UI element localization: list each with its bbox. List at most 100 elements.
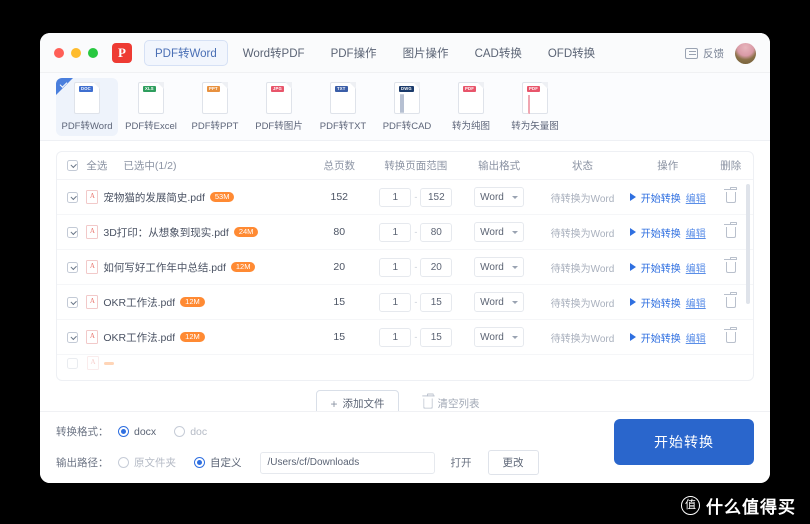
output-format-cell[interactable]: Word xyxy=(460,292,538,312)
output-format-cell[interactable]: Word xyxy=(460,222,538,242)
close-window-button[interactable] xyxy=(54,47,64,58)
nav-tab-word-to-pdf[interactable]: Word转PDF xyxy=(232,40,316,66)
tool-to-vector-image[interactable]: PDF 转为矢量图 xyxy=(504,78,566,136)
page-range-cell[interactable]: 1 - 15 xyxy=(371,327,460,347)
output-format-select[interactable]: Word xyxy=(474,257,525,277)
path-option-custom[interactable]: 自定义 xyxy=(194,455,242,470)
tool-pdf-to-image[interactable]: JPG PDF转图片 xyxy=(248,78,310,136)
feedback-icon[interactable] xyxy=(685,47,698,59)
window-controls[interactable] xyxy=(54,47,98,58)
maximize-window-button[interactable] xyxy=(88,47,98,58)
select-all-checkbox-cell[interactable] xyxy=(67,160,86,171)
nav-tab-image-ops[interactable]: 图片操作 xyxy=(392,40,460,66)
change-path-button[interactable]: 更改 xyxy=(487,450,539,475)
tool-pdf-to-excel[interactable]: XLS PDF转Excel xyxy=(120,78,182,136)
page-range-cell[interactable]: 1 - 20 xyxy=(371,257,460,277)
operation-cell[interactable]: 开始转换 编辑 xyxy=(627,295,708,310)
tool-pdf-to-ppt[interactable]: PPT PDF转PPT xyxy=(184,78,246,136)
edit-link[interactable]: 编辑 xyxy=(686,295,706,310)
tool-pdf-to-cad[interactable]: DWG PDF转CAD xyxy=(376,78,438,136)
tool-to-raster-image[interactable]: PDF 转为纯图 xyxy=(440,78,502,136)
output-format-select[interactable]: Word xyxy=(474,292,525,312)
nav-tab-pdf-ops[interactable]: PDF操作 xyxy=(320,40,388,66)
table-row[interactable]: OKR工作法.pdf 12M 15 1 - 15 Word 待转换为Word xyxy=(57,320,753,355)
nav-tab-ofd-convert[interactable]: OFD转换 xyxy=(537,40,606,66)
trash-icon[interactable] xyxy=(724,186,738,203)
page-range-cell[interactable]: 1 - 80 xyxy=(371,222,460,242)
operation-cell[interactable]: 开始转换 编辑 xyxy=(627,225,708,240)
radio-doc[interactable] xyxy=(174,426,186,437)
radio-custom-folder[interactable] xyxy=(194,457,205,468)
format-option-doc[interactable]: doc xyxy=(174,426,207,438)
output-format-cell[interactable]: Word xyxy=(460,327,538,347)
start-convert-link[interactable]: 开始转换 xyxy=(641,260,681,275)
edit-link[interactable]: 编辑 xyxy=(686,330,706,345)
path-option-original[interactable]: 原文件夹 xyxy=(118,455,176,470)
play-icon[interactable] xyxy=(629,298,636,306)
row-checkbox[interactable] xyxy=(67,357,78,369)
page-range-cell[interactable]: 1 - 152 xyxy=(371,187,460,207)
operation-cell[interactable]: 开始转换 编辑 xyxy=(627,260,708,275)
start-convert-link[interactable]: 开始转换 xyxy=(641,295,681,310)
row-checkbox-cell[interactable] xyxy=(67,261,86,273)
row-checkbox-cell[interactable] xyxy=(67,191,86,203)
play-icon[interactable] xyxy=(629,193,636,201)
edit-link[interactable]: 编辑 xyxy=(686,260,706,275)
row-checkbox[interactable] xyxy=(67,261,78,273)
feedback-label[interactable]: 反馈 xyxy=(703,46,724,61)
edit-link[interactable]: 编辑 xyxy=(686,190,706,205)
output-format-cell[interactable]: Word xyxy=(460,257,538,277)
page-range-to-input[interactable]: 152 xyxy=(420,187,453,207)
format-option-docx[interactable]: docx xyxy=(118,426,156,438)
page-range-from-input[interactable]: 1 xyxy=(379,257,412,277)
page-range-from-input[interactable]: 1 xyxy=(379,222,412,242)
file-list-scrollbar[interactable] xyxy=(746,184,750,304)
output-format-select[interactable]: Word xyxy=(474,187,525,207)
open-path-button[interactable]: 打开 xyxy=(451,455,472,470)
row-checkbox[interactable] xyxy=(67,226,78,238)
row-checkbox[interactable] xyxy=(67,331,78,343)
output-format-select[interactable]: Word xyxy=(474,222,525,242)
trash-icon[interactable] xyxy=(724,291,738,308)
tool-pdf-to-word[interactable]: DOC PDF转Word xyxy=(56,77,118,136)
operation-cell[interactable]: 开始转换 编辑 xyxy=(627,190,708,205)
nav-tab-cad-convert[interactable]: CAD转换 xyxy=(464,40,533,66)
page-range-to-input[interactable]: 15 xyxy=(420,327,453,347)
table-row[interactable]: OKR工作法.pdf 12M 15 1 - 15 Word 待转换为Word xyxy=(57,285,753,320)
start-convert-link[interactable]: 开始转换 xyxy=(641,330,681,345)
play-icon[interactable] xyxy=(629,263,636,271)
row-checkbox-cell[interactable] xyxy=(67,296,86,308)
page-range-cell[interactable]: 1 - 15 xyxy=(371,292,460,312)
output-path-input[interactable]: /Users/cf/Downloads xyxy=(259,451,435,474)
start-convert-link[interactable]: 开始转换 xyxy=(641,190,681,205)
page-range-from-input[interactable]: 1 xyxy=(379,292,412,312)
output-format-cell[interactable]: Word xyxy=(460,187,538,207)
row-checkbox-cell[interactable] xyxy=(67,357,87,369)
delete-cell[interactable] xyxy=(708,326,753,343)
select-all-checkbox[interactable] xyxy=(67,160,78,171)
tool-pdf-to-txt[interactable]: TXT PDF转TXT xyxy=(312,78,374,136)
output-format-select[interactable]: Word xyxy=(474,327,525,347)
play-icon[interactable] xyxy=(629,228,636,236)
avatar[interactable] xyxy=(735,42,756,64)
table-row[interactable]: 如何写好工作年中总结.pdf 12M 20 1 - 20 Word 待转换为Wo… xyxy=(57,250,753,285)
page-range-to-input[interactable]: 20 xyxy=(420,257,453,277)
row-checkbox-cell[interactable] xyxy=(67,226,86,238)
page-range-to-input[interactable]: 15 xyxy=(420,292,453,312)
trash-icon[interactable] xyxy=(724,221,738,238)
start-convert-button[interactable]: 开始转换 xyxy=(614,419,754,465)
start-convert-link[interactable]: 开始转换 xyxy=(641,225,681,240)
edit-link[interactable]: 编辑 xyxy=(686,225,706,240)
page-range-from-input[interactable]: 1 xyxy=(379,187,412,207)
radio-original-folder[interactable] xyxy=(118,457,129,468)
trash-icon[interactable] xyxy=(724,326,738,343)
table-row[interactable]: 宠物猫的发展简史.pdf 53M 152 1 - 152 Word 待转换为Wo… xyxy=(57,180,753,215)
operation-cell[interactable]: 开始转换 编辑 xyxy=(627,330,708,345)
radio-docx[interactable] xyxy=(118,426,129,437)
trash-icon[interactable] xyxy=(724,256,738,273)
nav-tab-pdf-to-word[interactable]: PDF转Word xyxy=(144,39,228,66)
table-row-partial[interactable] xyxy=(57,355,753,371)
row-checkbox-cell[interactable] xyxy=(67,331,86,343)
play-icon[interactable] xyxy=(629,333,636,341)
row-checkbox[interactable] xyxy=(67,191,78,203)
